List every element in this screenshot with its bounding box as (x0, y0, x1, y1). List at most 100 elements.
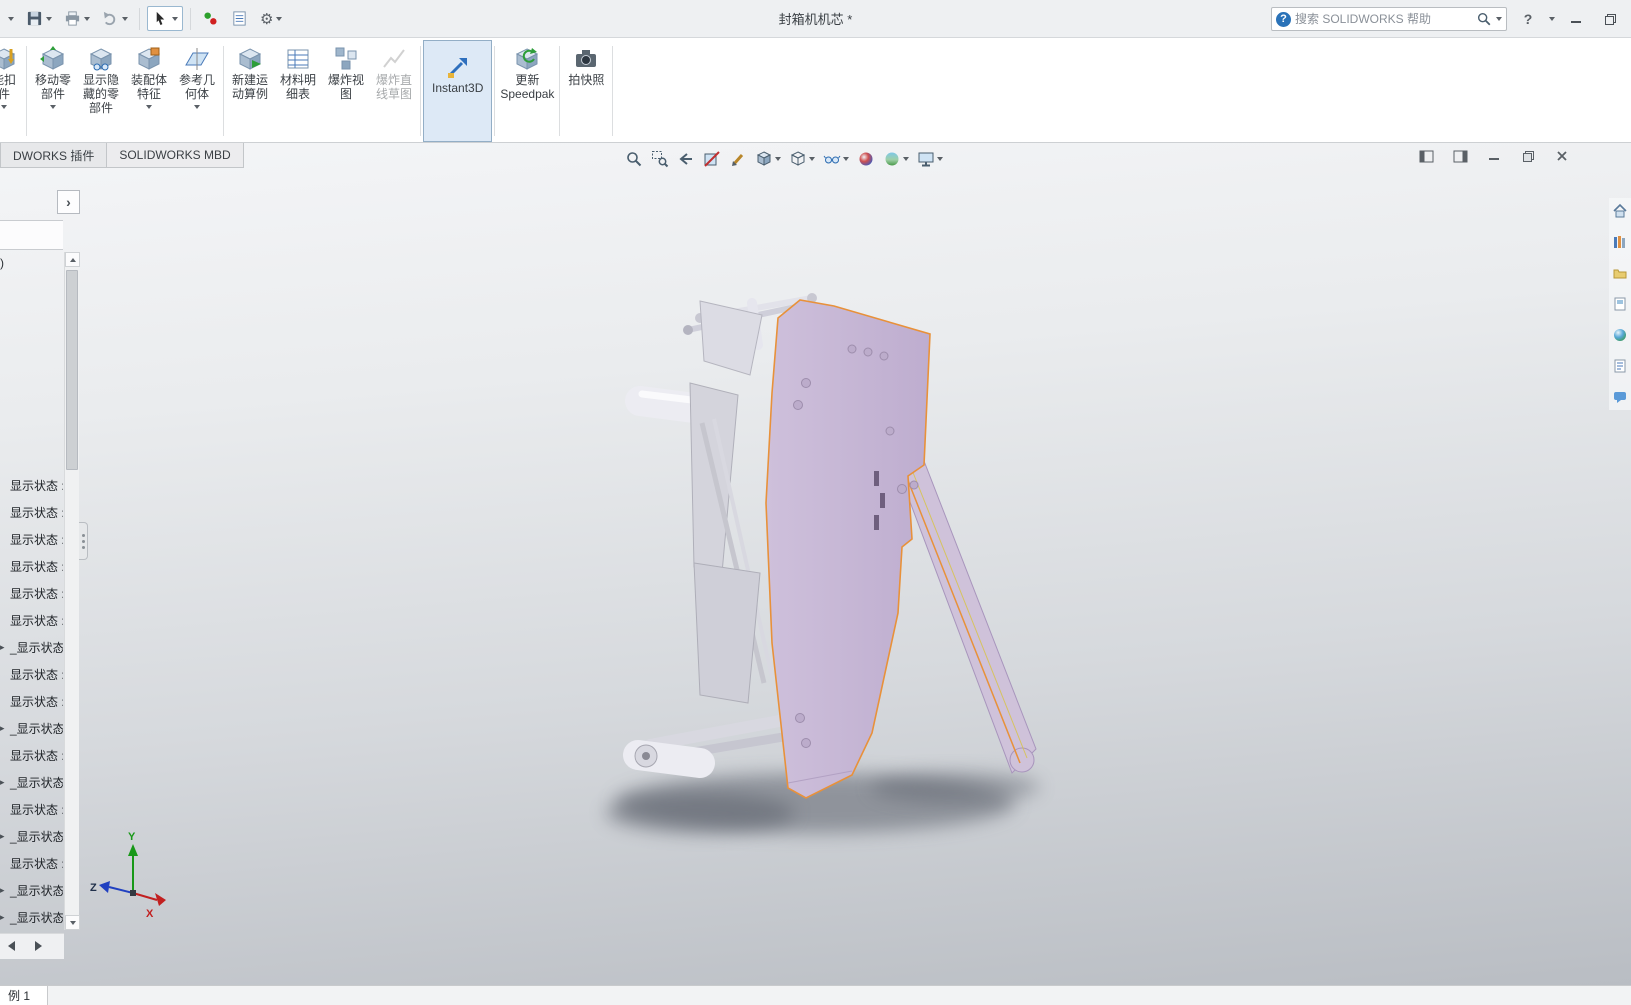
search-input[interactable] (1295, 12, 1472, 26)
minimize-document-button[interactable] (1483, 147, 1505, 165)
print-button[interactable] (60, 7, 94, 30)
expander-icon[interactable]: ▸ (0, 831, 10, 842)
expander-icon[interactable]: ▸ (0, 777, 10, 788)
tab-label: DWORKS 插件 (13, 148, 95, 163)
scroll-right-button[interactable] (35, 940, 42, 954)
view-orientation-button[interactable] (752, 147, 784, 171)
dynamic-annotation-button[interactable] (726, 147, 750, 171)
expander-icon[interactable]: ▸ (0, 885, 10, 896)
tree-item[interactable]: ▸_显示状态 : (0, 634, 63, 661)
ribbon-label: 件 (0, 87, 10, 101)
view-settings-icon (918, 152, 934, 167)
help-button[interactable]: ? (1515, 8, 1541, 30)
tree-item[interactable]: 显示状态 : (0, 580, 63, 607)
expander-icon[interactable]: ▸ (0, 723, 10, 734)
custom-properties-button[interactable] (1611, 357, 1629, 375)
tree-item[interactable]: 显示状态 : (0, 688, 63, 715)
save-button[interactable] (22, 7, 56, 30)
tree-item[interactable]: 显示状态 : (0, 661, 63, 688)
chevron-down-icon[interactable] (50, 105, 56, 109)
search-icon[interactable] (1476, 11, 1492, 27)
chevron-down-icon[interactable] (1, 105, 7, 109)
ribbon-button-new-motion-study[interactable]: 新建运 动算例 (226, 40, 274, 142)
report-button[interactable] (227, 7, 252, 30)
close-document-button[interactable] (1551, 147, 1573, 165)
tab-solidworks-addins[interactable]: DWORKS 插件 (0, 143, 108, 168)
tree-item[interactable]: ▸ _显示状态 (0, 715, 63, 742)
tree-item[interactable]: 显示状态 : (0, 499, 63, 526)
minimize-window-button[interactable] (1563, 8, 1589, 30)
pane-left-button[interactable] (1415, 147, 1437, 165)
tree-scrollbar[interactable] (64, 252, 80, 930)
tree-item[interactable]: ▸ _显示状态 (0, 904, 63, 931)
tree-item[interactable]: 显示状态 : (0, 607, 63, 634)
exploded-view-icon (333, 45, 359, 73)
rebuild-button[interactable] (198, 7, 223, 30)
appearances-scenes-button[interactable] (1611, 326, 1629, 344)
restore-window-button[interactable] (1597, 8, 1623, 30)
chevron-down-icon[interactable] (1549, 17, 1555, 21)
file-explorer-button[interactable] (1611, 264, 1629, 282)
ribbon-button-instant3d[interactable]: Instant3D (423, 40, 493, 142)
zoom-to-fit-button[interactable] (622, 147, 646, 171)
model-leg[interactable] (897, 460, 1037, 774)
tree-item[interactable]: ▸ _显示状态 (0, 769, 63, 796)
view-palette-button[interactable] (1611, 295, 1629, 313)
design-library-button[interactable] (1611, 233, 1629, 251)
app-menu-button[interactable] (4, 14, 18, 24)
expander-icon[interactable]: ▸ (0, 642, 10, 653)
tree-item[interactable]: 显示状态 : (0, 850, 63, 877)
solidworks-resources-button[interactable] (1611, 202, 1629, 220)
select-tool-button[interactable] (147, 6, 183, 31)
display-style-button[interactable] (786, 147, 818, 171)
tree-item[interactable]: ▸ _显示状态 (0, 823, 63, 850)
tree-item[interactable]: 显示状态 : (0, 796, 63, 823)
separator (559, 46, 561, 136)
ribbon-button-bill-of-materials[interactable]: 材料明 细表 (274, 40, 322, 142)
scrollbar-thumb[interactable] (66, 270, 78, 470)
scroll-left-button[interactable] (8, 940, 15, 954)
tree-item[interactable]: 显示状态 : (0, 526, 63, 553)
expander-icon[interactable]: ▸ (0, 912, 10, 923)
zoom-to-area-button[interactable] (648, 147, 672, 171)
ribbon-button-move-component[interactable]: 移动零 部件 (29, 40, 77, 142)
ribbon-button-update-speedpak[interactable]: 更新 Speedpak (497, 40, 557, 142)
chevron-down-icon[interactable] (1496, 17, 1502, 21)
tree-item[interactable]: ▸ _显示状态 (0, 877, 63, 904)
solidworks-forum-button[interactable] (1611, 388, 1629, 406)
scrollbar-down-button[interactable] (65, 915, 80, 930)
chevron-down-icon[interactable] (194, 105, 200, 109)
edit-appearance-button[interactable] (854, 147, 878, 171)
ribbon-button-smart-fasteners[interactable]: 能扣 件 (0, 40, 24, 142)
ribbon-label: 细表 (285, 87, 310, 101)
flyout-expand-button[interactable]: › (57, 190, 80, 214)
restore-document-button[interactable] (1517, 147, 1539, 165)
tab-solidworks-mbd[interactable]: SOLIDWORKS MBD (107, 143, 244, 168)
tree-item[interactable]: 显示状态 : (0, 553, 63, 580)
graphics-viewport[interactable]: Y X Z DWORKS 插件 SOLIDWORKS MBD ›) 显示状态 … (0, 143, 1631, 985)
ribbon-button-take-snapshot[interactable]: 拍快照 (562, 40, 610, 142)
apply-scene-button[interactable] (880, 147, 912, 171)
tree-item[interactable]: 显示状态 : (0, 472, 63, 499)
panel-splitter-handle[interactable] (79, 522, 88, 560)
section-view-button[interactable] (700, 147, 724, 171)
ribbon-button-assembly-features[interactable]: 装配体 特征 (125, 40, 173, 142)
options-button[interactable]: ⚙ (256, 7, 286, 31)
ribbon-button-show-hidden-components[interactable]: 显示隐 藏的零 部件 (77, 40, 125, 142)
tree-item-label: 显示状态 : (10, 479, 63, 493)
motion-study-tab[interactable]: 例 1 (0, 985, 48, 1005)
scrollbar-up-button[interactable] (65, 252, 80, 267)
view-settings-button[interactable] (914, 147, 946, 171)
3d-model-scene[interactable]: Y X Z (0, 143, 1631, 985)
chevron-down-icon[interactable] (146, 105, 152, 109)
hide-show-items-button[interactable] (820, 147, 852, 171)
tree-item[interactable]: 显示状态 : (0, 742, 63, 769)
ribbon-button-exploded-view[interactable]: 爆炸视 图 (322, 40, 370, 142)
assembly-root-item[interactable]: ) (0, 256, 4, 270)
apply-scene-icon (885, 152, 899, 166)
undo-button[interactable] (98, 7, 132, 30)
model-main-plate-selected[interactable] (765, 299, 931, 799)
ribbon-button-reference-geometry[interactable]: 参考几 何体 (173, 40, 221, 142)
pane-right-button[interactable] (1449, 147, 1471, 165)
previous-view-button[interactable] (674, 147, 698, 171)
